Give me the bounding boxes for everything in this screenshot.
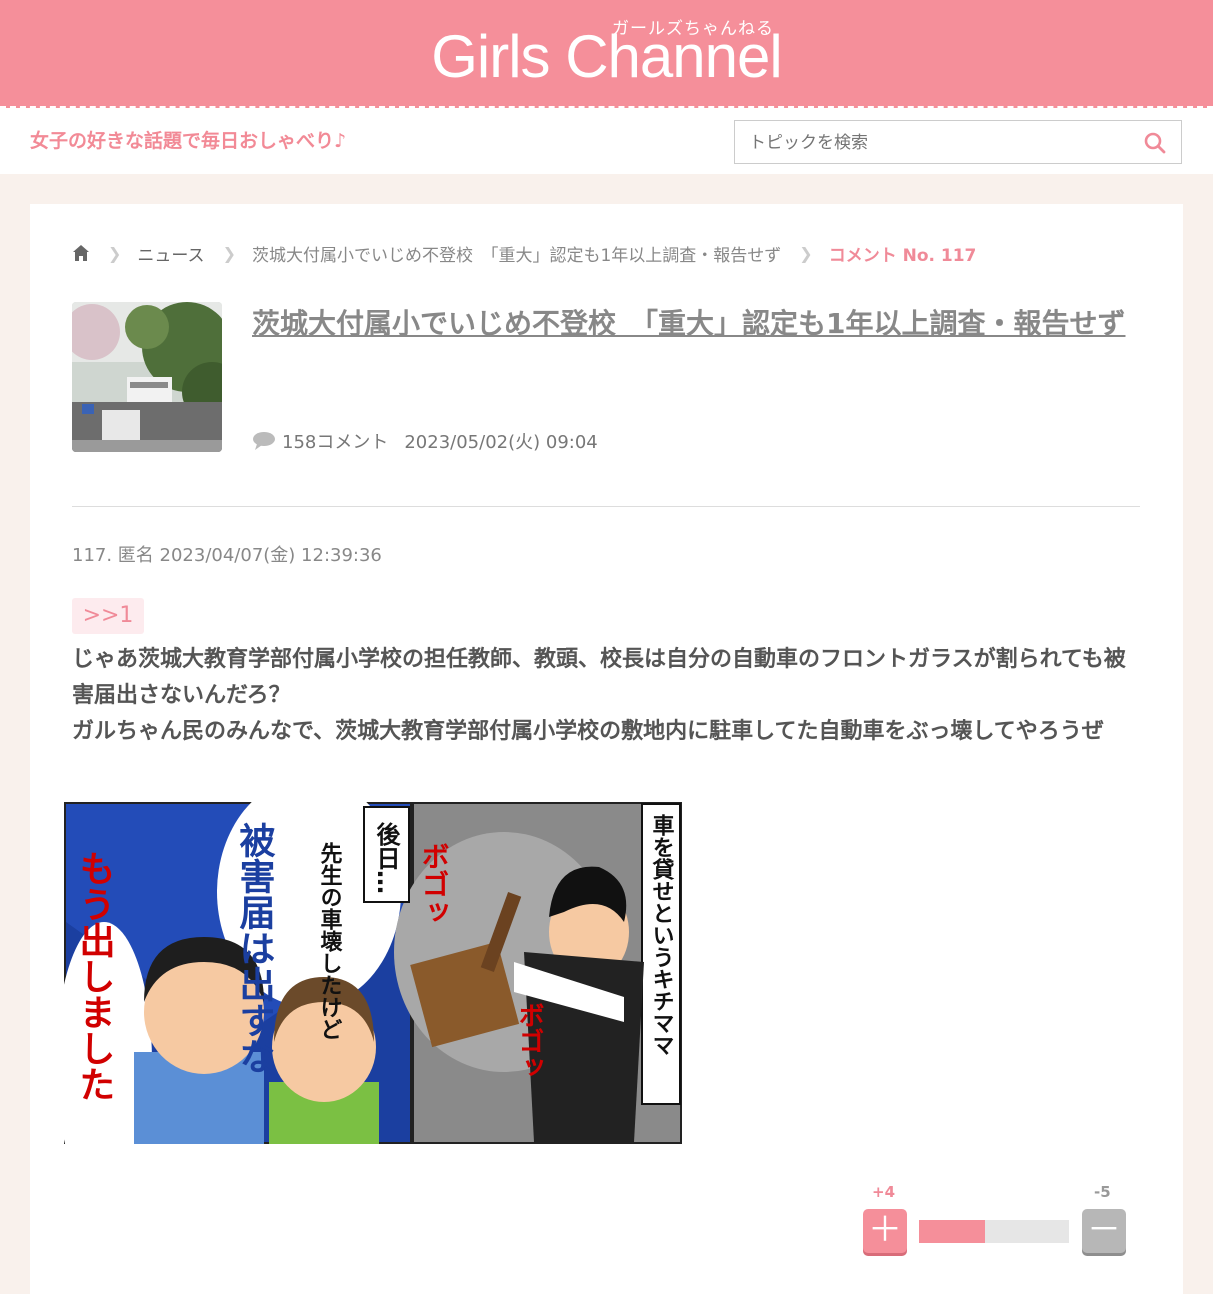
comment-image[interactable]: 先生の車壊したけど 被害届は出すな もう出しました 後日… 車を貸せというキチマ… bbox=[64, 802, 682, 1144]
search-icon[interactable] bbox=[1143, 131, 1167, 155]
breadcrumb-news[interactable]: ニュース bbox=[137, 241, 204, 266]
chevron-right-icon: ❯ bbox=[108, 243, 122, 263]
chevron-right-icon: ❯ bbox=[222, 243, 236, 263]
manga-text: 車を貸せというキチママ bbox=[649, 814, 676, 1056]
chevron-right-icon: ❯ bbox=[799, 243, 813, 263]
plus-vote-count: +4 bbox=[872, 1183, 896, 1201]
minus-vote-count: -5 bbox=[1094, 1183, 1111, 1201]
manga-text: 後日… bbox=[372, 821, 400, 894]
manga-text: 先生の車壊したけど bbox=[317, 842, 343, 1040]
site-header: ガールズちゃんねる Girls Channel bbox=[0, 0, 1213, 108]
topic-title[interactable]: 茨城大付属小でいじめ不登校 「重大」認定も1年以上調査・報告せず bbox=[252, 302, 1132, 346]
breadcrumb: ❯ ニュース ❯ 茨城大付属小でいじめ不登校 「重大」認定も1年以上調査・報告せ… bbox=[72, 240, 976, 266]
comment-count: 158コメント bbox=[282, 432, 389, 453]
breadcrumb-topic[interactable]: 茨城大付属小でいじめ不登校 「重大」認定も1年以上調査・報告せず bbox=[252, 241, 781, 266]
comment-bubble-icon bbox=[253, 432, 275, 450]
home-icon[interactable] bbox=[72, 244, 90, 262]
reply-anchor-link[interactable]: >>1 bbox=[72, 598, 144, 634]
topic-thumbnail[interactable] bbox=[72, 302, 222, 452]
manga-text: ボゴッ bbox=[418, 842, 451, 926]
breadcrumb-current: コメント No. 117 bbox=[828, 245, 977, 266]
plus-vote-button[interactable]: ＋ bbox=[863, 1209, 907, 1253]
topic-date: 2023/05/02(火) 09:04 bbox=[404, 432, 598, 453]
comment-header: 117. 匿名 2023/04/07(金) 12:39:36 bbox=[72, 545, 382, 566]
search-input[interactable] bbox=[747, 130, 1131, 156]
comment-line: じゃあ茨城大教育学部付属小学校の担任教師、教頭、校長は自分の自動車のフロントガラ… bbox=[72, 647, 1126, 708]
comment-body: じゃあ茨城大教育学部付属小学校の担任教師、教頭、校長は自分の自動車のフロントガラ… bbox=[72, 642, 1132, 750]
minus-vote-button[interactable]: － bbox=[1082, 1209, 1126, 1253]
manga-text: 被害届は出すな bbox=[234, 822, 276, 1074]
vote-ratio-bar bbox=[919, 1220, 1069, 1243]
site-tagline: 女子の好きな話題で毎日おしゃべり♪ bbox=[30, 130, 347, 152]
search-box bbox=[734, 120, 1182, 164]
divider bbox=[72, 506, 1140, 507]
manga-text: ボゴッ bbox=[514, 1002, 544, 1080]
site-logo[interactable]: Girls Channel bbox=[0, 22, 1213, 91]
topic-meta: 158コメント 2023/05/02(火) 09:04 bbox=[252, 428, 598, 454]
vote-ratio-fill bbox=[919, 1220, 985, 1243]
manga-text: もう出しました bbox=[74, 850, 115, 1102]
comment-line: ガルちゃん民のみんなで、茨城大教育学部付属小学校の敷地内に駐車してた自動車をぶっ… bbox=[72, 719, 1104, 744]
